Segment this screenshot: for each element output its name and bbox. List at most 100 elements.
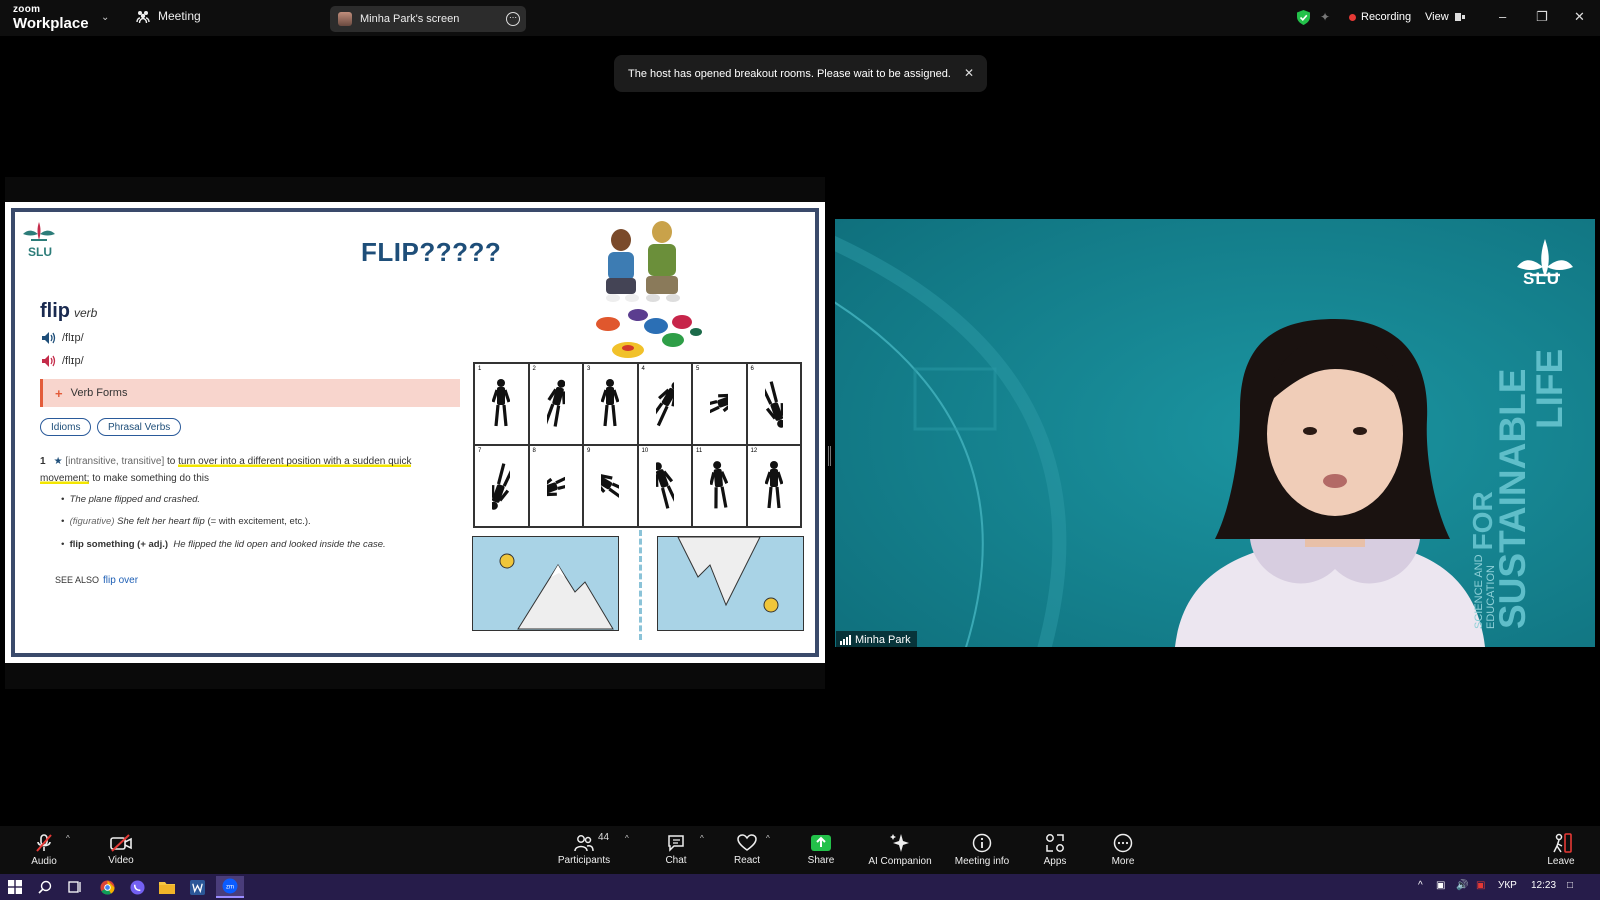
file-explorer-icon[interactable] [158, 878, 176, 896]
participant-video[interactable]: SLU SCIENCE AND EDUCATION FOR SUSTAINABLE… [835, 219, 1595, 647]
zoom-workplace-logo[interactable]: zoom Workplace [13, 5, 89, 32]
gymnast-figure [601, 379, 620, 427]
participants-label: Participants [557, 855, 611, 866]
encryption-shield-icon[interactable] [1297, 10, 1310, 25]
presentation-slide: SLU FLIP????? flip verb /flɪp/ /flɪp/ + V… [5, 202, 825, 663]
ai-companion-label: AI Companion [868, 856, 932, 867]
idioms-chip[interactable]: Idioms [40, 418, 92, 436]
sense-number: 1 [40, 456, 46, 467]
headword: flip [40, 300, 70, 322]
more-button[interactable]: More [1108, 826, 1138, 874]
slu-logo-text: SLU [28, 245, 52, 259]
slide-title: FLIP????? [361, 237, 502, 267]
ai-companion-button[interactable]: AI Companion [866, 826, 934, 874]
flip-frame: 12 [746, 445, 801, 527]
share-label: Share [807, 855, 835, 866]
restore-icon[interactable]: ❐ [1536, 9, 1548, 25]
frame-number: 3 [587, 366, 591, 372]
part-of-speech: verb [74, 306, 98, 320]
pron-uk-row: /flɪp/ [42, 332, 84, 344]
flip-over-link[interactable]: flip over [103, 575, 138, 586]
react-label: React [733, 855, 761, 866]
audio-button[interactable]: Audio [28, 826, 60, 874]
participants-count: 44 [598, 832, 610, 843]
participant-name-tag: Minha Park [836, 631, 917, 647]
clock[interactable]: 12:23 [1531, 880, 1556, 891]
brand-workplace: Workplace [13, 15, 89, 32]
leave-button[interactable]: Leave [1546, 826, 1576, 874]
recording-indicator[interactable]: Recording [1349, 11, 1411, 23]
meeting-label: Meeting [158, 9, 201, 23]
frame-number: 5 [696, 366, 700, 372]
audio-options-caret-icon[interactable]: ^ [66, 834, 70, 843]
close-notification-icon[interactable]: ✕ [964, 66, 974, 80]
example-2-tail: (= with excitement, etc.). [207, 516, 311, 527]
meeting-info-button[interactable]: Meeting info [950, 826, 1014, 874]
task-view-icon[interactable] [66, 878, 84, 896]
flip-frame: 7 [474, 445, 529, 527]
windows-taskbar: zm ^ ▣ 🔊 ▣ УКР 12:23 □ [0, 874, 1600, 900]
flip-frame: 4 [637, 363, 692, 445]
top-bar: zoom Workplace ⌄ Meeting Minha Park's sc… [0, 0, 1600, 36]
slu-logo: SLU [22, 220, 56, 259]
video-button[interactable]: Video [104, 826, 138, 874]
participants-icon [574, 835, 594, 852]
backflip-sequence-grid: 1 2 3 4 5 6 7 8 9 10 11 12 [473, 362, 802, 528]
apps-button[interactable]: Apps [1040, 826, 1070, 874]
speaker-icon[interactable] [42, 332, 57, 344]
volume-icon[interactable]: 🔊 [1456, 880, 1468, 891]
viber-icon[interactable] [128, 878, 146, 896]
chat-caret-icon[interactable]: ^ [700, 834, 704, 843]
info-icon [972, 833, 992, 853]
shared-screen-pill[interactable]: Minha Park's screen ⋯ [330, 6, 526, 32]
meeting-menu-button[interactable]: Meeting [136, 9, 201, 23]
ai-sparkle-icon [890, 834, 909, 852]
gymnast-figure [655, 381, 674, 427]
gymnast-figure [546, 379, 565, 427]
word-icon[interactable] [188, 878, 206, 896]
chevron-down-icon[interactable]: ⌄ [101, 12, 109, 23]
close-window-icon[interactable]: ✕ [1574, 9, 1585, 25]
language-indicator[interactable]: УКР [1498, 880, 1517, 891]
chat-button[interactable]: Chat [662, 826, 690, 874]
view-button[interactable]: View [1425, 11, 1465, 23]
example-2-tag: (figurative) [69, 516, 115, 527]
participants-caret-icon[interactable]: ^ [625, 834, 629, 843]
react-caret-icon[interactable]: ^ [766, 834, 770, 843]
windows-start-icon[interactable] [6, 878, 24, 896]
shared-screen-label: Minha Park's screen [360, 13, 460, 25]
tray-overflow-icon[interactable]: ^ [1418, 880, 1423, 891]
share-button[interactable]: Share [806, 826, 836, 874]
divider-dashed [639, 530, 642, 640]
pron-us-row: /flɪp/ [42, 355, 84, 367]
flip-frame: 2 [528, 363, 583, 445]
apps-label: Apps [1043, 856, 1067, 867]
pronunciation-uk: /flɪp/ [62, 332, 84, 344]
minimize-icon[interactable]: – [1499, 9, 1506, 24]
mountain-upright-drawing [499, 553, 614, 630]
gymnast-figure [655, 462, 674, 509]
search-icon[interactable] [36, 878, 54, 896]
example-3-pattern: flip something (+ adj.) [69, 539, 169, 550]
split-resize-handle[interactable] [828, 446, 831, 466]
antivirus-icon[interactable]: ▣ [1476, 880, 1485, 891]
meeting-info-label: Meeting info [954, 856, 1010, 867]
speaker-icon[interactable] [42, 355, 57, 367]
ai-sparkle-icon[interactable]: ✦ [1320, 10, 1330, 24]
more-options-icon[interactable]: ⋯ [506, 12, 520, 26]
kids-illustration [596, 221, 702, 358]
phrasal-verbs-chip[interactable]: Phrasal Verbs [97, 418, 182, 436]
breakout-message: The host has opened breakout rooms. Plea… [628, 67, 951, 80]
chrome-icon[interactable] [98, 878, 116, 896]
notifications-icon[interactable]: □ [1567, 880, 1573, 891]
breakout-notification: The host has opened breakout rooms. Plea… [614, 55, 987, 92]
zoom-window: zoom Workplace ⌄ Meeting Minha Park's sc… [0, 0, 1600, 900]
verb-forms-expander[interactable]: + Verb Forms [40, 379, 460, 407]
example-3: • flip something (+ adj.) He flipped the… [61, 539, 386, 550]
signal-strength-icon [840, 634, 851, 645]
network-icon[interactable]: ▣ [1436, 880, 1445, 891]
see-also: SEE ALSO flip over [55, 575, 138, 586]
gymnast-figure [764, 461, 783, 509]
react-button[interactable]: React [732, 826, 762, 874]
zoom-taskbar-icon[interactable]: zm [216, 876, 244, 898]
